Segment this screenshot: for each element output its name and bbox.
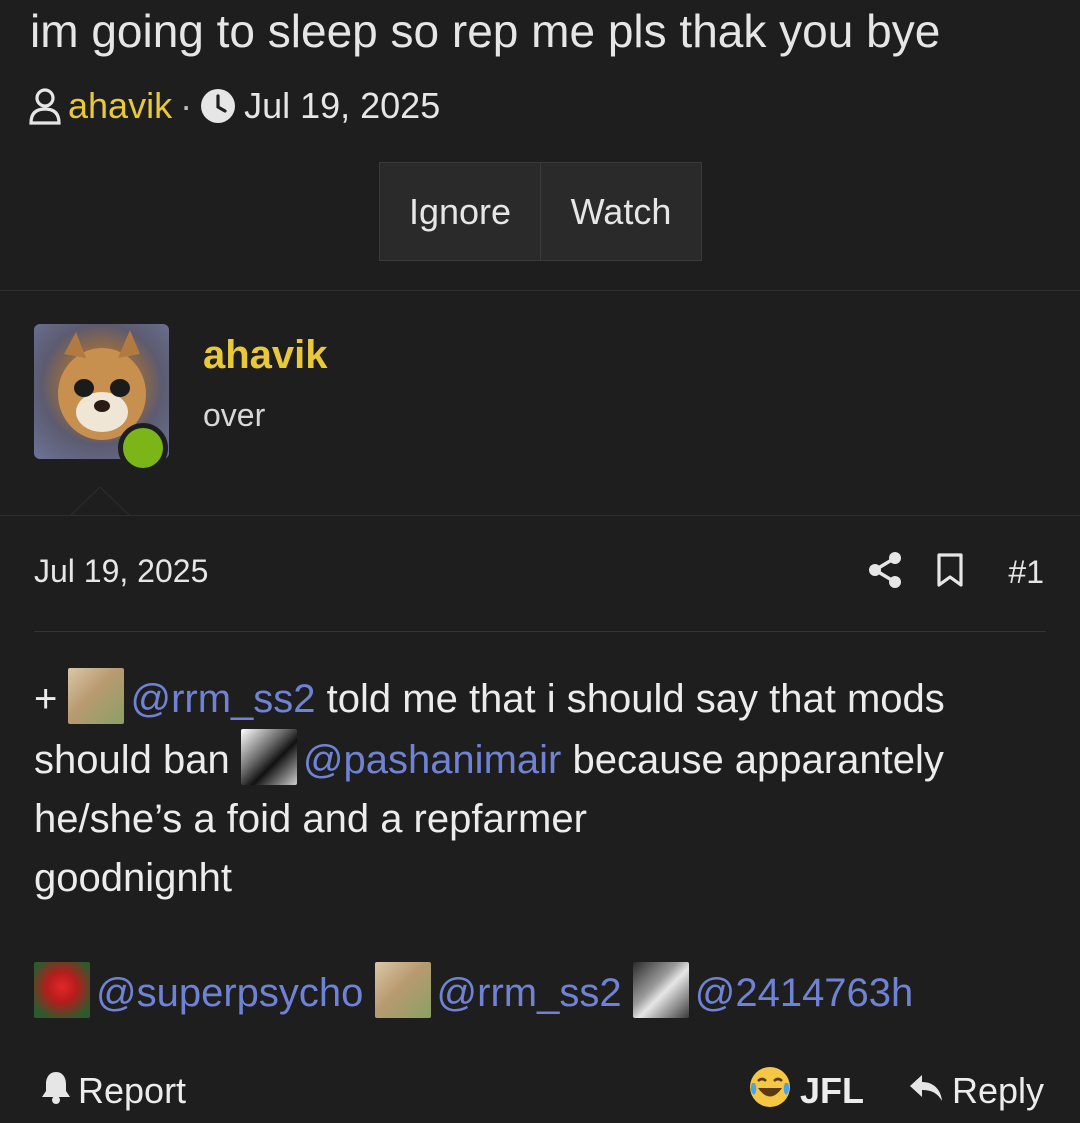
thread-title: im going to sleep so rep me pls thak you… xyxy=(30,5,941,57)
reply-label: Reply xyxy=(951,1070,1044,1111)
mention-avatar[interactable] xyxy=(34,962,90,1018)
bookmark-icon[interactable] xyxy=(936,552,964,593)
mention-avatar[interactable] xyxy=(632,962,689,1018)
thread-action-buttons: Ignore Watch xyxy=(379,162,702,261)
post-user-block: ahavik over xyxy=(0,291,1080,517)
mention-link[interactable]: @rrm_ss2 xyxy=(130,677,315,721)
reply-button[interactable]: Reply xyxy=(908,1070,1044,1112)
thread-page: im going to sleep so rep me pls thak you… xyxy=(0,0,1080,1123)
laughing-emoji-icon[interactable] xyxy=(748,1065,792,1118)
report-label: Report xyxy=(78,1070,187,1111)
ignore-button[interactable]: Ignore xyxy=(380,163,540,260)
online-status-indicator xyxy=(118,423,168,473)
post-date[interactable]: Jul 19, 2025 xyxy=(34,553,208,590)
meta-separator: · xyxy=(180,85,193,126)
mention-avatar[interactable] xyxy=(374,962,431,1018)
watch-button[interactable]: Watch xyxy=(540,163,701,260)
mention-avatar[interactable] xyxy=(240,729,297,785)
user-block-pointer xyxy=(70,487,130,517)
mention-link[interactable]: @rrm_ss2 xyxy=(437,971,622,1015)
clock-icon xyxy=(200,88,236,124)
user-icon xyxy=(28,87,62,125)
thread-author-link[interactable]: ahavik xyxy=(68,85,172,127)
post-footer-actions: JFL Reply xyxy=(748,1066,1044,1114)
mention-link[interactable]: @2414763h xyxy=(695,971,914,1015)
mention-link[interactable]: @pashanimair xyxy=(303,738,562,782)
post-username[interactable]: ahavik xyxy=(203,333,328,378)
post-body: + @rrm_ss2 told me that i should say tha… xyxy=(34,668,1054,908)
reply-icon xyxy=(908,1070,944,1112)
mentions-line: @superpsycho @rrm_ss2 @2414763h xyxy=(34,962,913,1023)
post-actions: #1 xyxy=(834,550,1044,594)
share-icon[interactable] xyxy=(868,551,902,594)
reaction-label[interactable]: JFL xyxy=(800,1070,864,1112)
bell-icon xyxy=(40,1070,72,1113)
divider xyxy=(34,631,1046,632)
divider xyxy=(0,515,1080,516)
user-title: over xyxy=(203,397,266,433)
post-text: goodnignht xyxy=(34,856,232,900)
thread-meta: ahavik · Jul 19, 2025 xyxy=(28,84,440,128)
post-prefix: + xyxy=(34,677,58,721)
mention-avatar[interactable] xyxy=(68,668,125,724)
thread-date[interactable]: Jul 19, 2025 xyxy=(244,85,440,127)
report-button[interactable]: Report xyxy=(40,1068,186,1114)
post-number-link[interactable]: #1 xyxy=(1008,554,1044,591)
mention-link[interactable]: @superpsycho xyxy=(96,971,363,1015)
